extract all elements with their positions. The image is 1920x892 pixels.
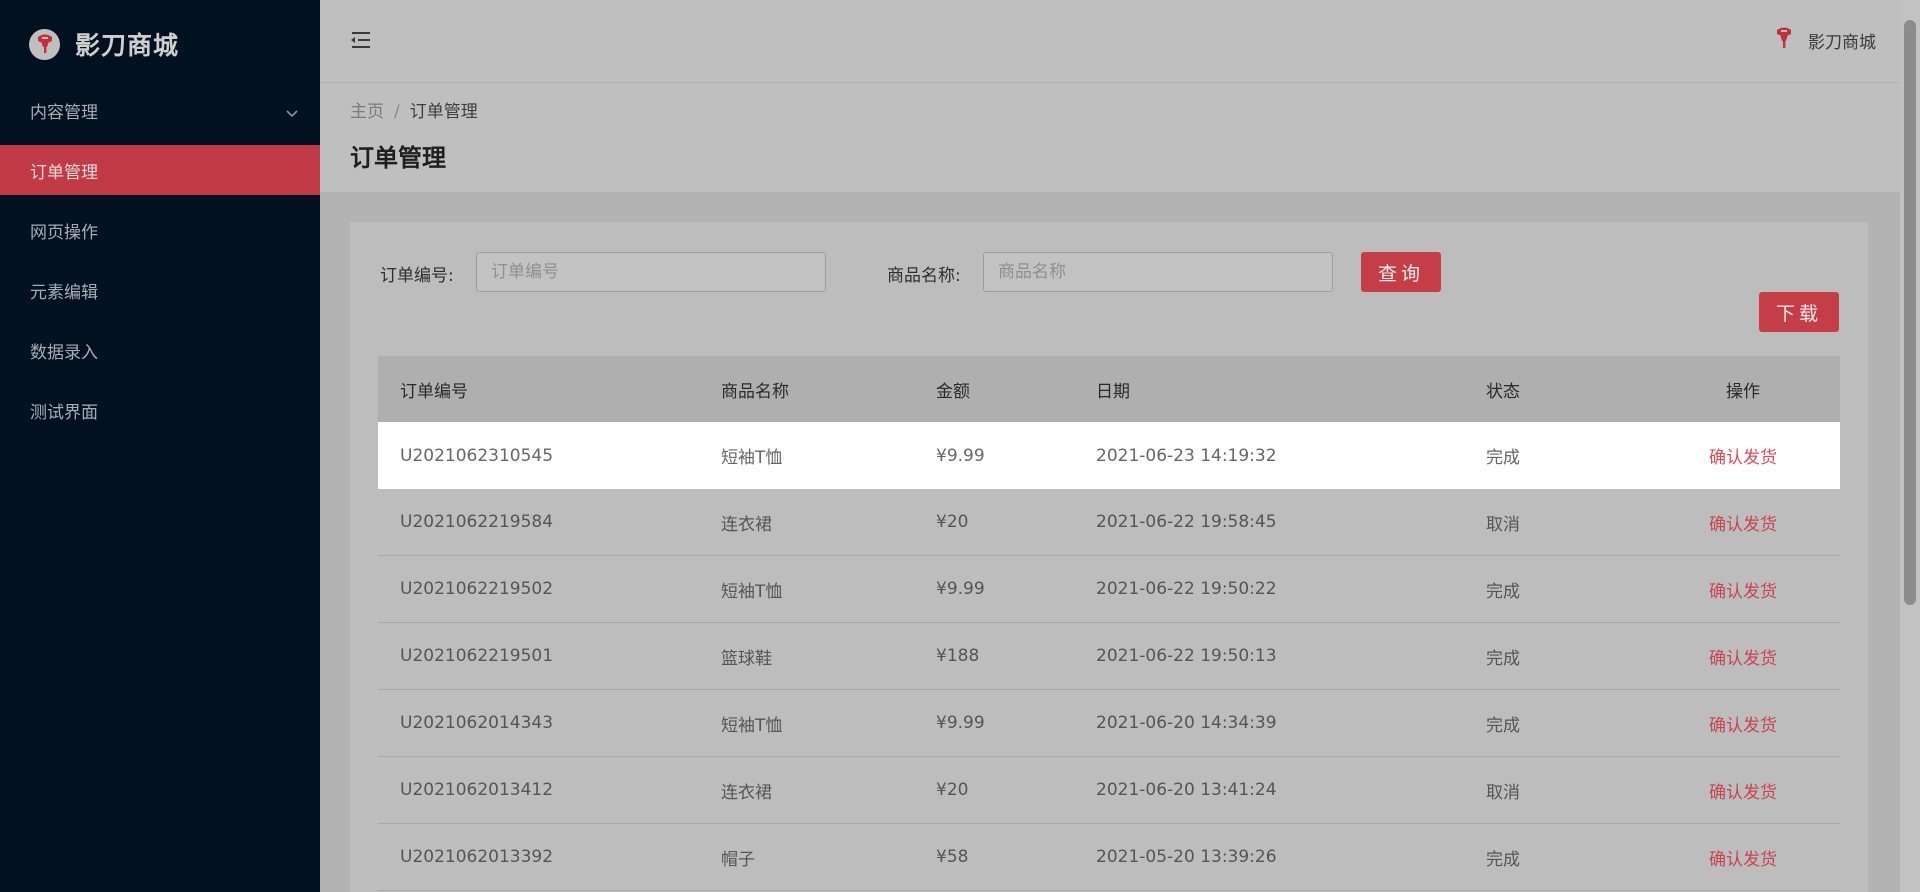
date-cell: 2021-06-22 19:58:45 <box>1096 512 1277 532</box>
date-cell: 2021-06-23 14:19:32 <box>1096 445 1277 466</box>
table-row[interactable]: U2021062013392 帽子 ¥58 2021-05-20 13:39:2… <box>378 824 1840 891</box>
page-title: 订单管理 <box>350 144 446 172</box>
amount-cell: ¥188 <box>936 646 980 666</box>
sidebar-item-label: 元素编辑 <box>30 282 98 303</box>
sidebar-item-orders[interactable]: 订单管理 <box>0 145 320 195</box>
table-row[interactable]: U2021062310545 短袖T恤 ¥9.99 2021-06-23 14:… <box>378 422 1840 489</box>
user-name: 影刀商城 <box>1808 33 1876 53</box>
date-cell: 2021-06-20 14:34:39 <box>1096 713 1277 733</box>
status-cell: 完成 <box>1486 448 1520 468</box>
column-header-amount: 金额 <box>936 381 970 402</box>
status-cell: 完成 <box>1486 715 1520 736</box>
column-header-action: 操作 <box>1726 381 1760 402</box>
product-cell: 短袖T恤 <box>721 715 783 736</box>
table-header: 订单编号 商品名称 金额 日期 状态 操作 <box>378 356 1840 422</box>
sidebar-item-web-ops[interactable]: 网页操作 <box>0 205 320 255</box>
order-no-cell: U2021062013412 <box>400 780 554 800</box>
scrollbar-thumb[interactable] <box>1904 20 1916 605</box>
sidebar-item-test[interactable]: 测试界面 <box>0 385 320 435</box>
orders-table: 订单编号 商品名称 金额 日期 状态 操作 U2021062310545 短袖T… <box>378 356 1840 891</box>
sidebar-item-content[interactable]: 内容管理 <box>0 85 320 135</box>
amount-cell: ¥9.99 <box>936 713 985 733</box>
sidebar: 影刀商城 内容管理 订单管理 网页操作 元素编辑 数据录入 测试界面 <box>0 0 320 892</box>
order-no-cell: U2021062219502 <box>400 579 554 599</box>
column-header-date: 日期 <box>1096 381 1130 402</box>
status-cell: 取消 <box>1486 782 1520 803</box>
column-header-status: 状态 <box>1486 381 1520 402</box>
date-cell: 2021-06-20 13:41:24 <box>1096 780 1277 800</box>
table-row[interactable]: U2021062219584 连衣裙 ¥20 2021-06-22 19:58:… <box>378 489 1840 556</box>
breadcrumb-separator: / <box>394 102 400 122</box>
product-cell: 连衣裙 <box>721 782 772 803</box>
status-cell: 完成 <box>1486 849 1520 870</box>
amount-cell: ¥9.99 <box>936 579 985 599</box>
product-name-label: 商品名称: <box>887 266 961 286</box>
sidebar-item-label: 网页操作 <box>30 222 98 243</box>
product-cell: 连衣裙 <box>721 514 772 535</box>
download-button[interactable]: 下载 <box>1759 292 1839 332</box>
product-cell: 短袖T恤 <box>721 581 783 602</box>
confirm-ship-link[interactable]: 确认发货 <box>1709 716 1777 736</box>
sidebar-item-label: 内容管理 <box>30 102 98 123</box>
column-header-order-no: 订单编号 <box>400 381 468 402</box>
status-cell: 取消 <box>1486 514 1520 535</box>
amount-cell: ¥9.99 <box>936 445 985 466</box>
date-cell: 2021-05-20 13:39:26 <box>1096 847 1277 867</box>
order-no-cell: U2021062219584 <box>400 512 554 532</box>
table-row[interactable]: U2021062219502 短袖T恤 ¥9.99 2021-06-22 19:… <box>378 556 1840 623</box>
sidebar-item-label: 订单管理 <box>30 162 98 183</box>
table-row[interactable]: U2021062219501 篮球鞋 ¥188 2021-06-22 19:50… <box>378 623 1840 690</box>
breadcrumb-home[interactable]: 主页 <box>350 102 384 122</box>
amount-cell: ¥58 <box>936 847 969 867</box>
confirm-ship-link[interactable]: 确认发货 <box>1709 515 1777 535</box>
status-cell: 完成 <box>1486 648 1520 669</box>
top-bar: 影刀商城 <box>320 0 1900 83</box>
page-header: 主页 / 订单管理 订单管理 <box>320 84 1900 192</box>
confirm-ship-link[interactable]: 确认发货 <box>1709 582 1777 602</box>
sidebar-item-data-entry[interactable]: 数据录入 <box>0 325 320 375</box>
page-scrollbar[interactable] <box>1900 0 1920 892</box>
menu-collapse-icon[interactable] <box>348 30 372 55</box>
logo-icon <box>29 28 60 60</box>
product-cell: 短袖T恤 <box>721 448 783 468</box>
table-row[interactable]: U2021062014343 短袖T恤 ¥9.99 2021-06-20 14:… <box>378 690 1840 757</box>
app-name: 影刀商城 <box>75 31 180 60</box>
amount-cell: ¥20 <box>936 780 969 800</box>
confirm-ship-link[interactable]: 确认发货 <box>1709 850 1777 870</box>
query-button[interactable]: 查询 <box>1361 252 1441 292</box>
breadcrumb-current: 订单管理 <box>409 102 478 122</box>
user-menu[interactable]: 影刀商城 <box>1774 26 1876 55</box>
status-cell: 完成 <box>1486 581 1520 602</box>
user-logo-icon <box>1774 26 1794 55</box>
order-no-label: 订单编号: <box>380 266 454 286</box>
amount-cell: ¥20 <box>936 512 969 532</box>
sidebar-item-label: 数据录入 <box>30 342 98 363</box>
confirm-ship-link[interactable]: 确认发货 <box>1709 448 1777 468</box>
date-cell: 2021-06-22 19:50:13 <box>1096 646 1277 666</box>
table-row[interactable]: U2021062013412 连衣裙 ¥20 2021-06-20 13:41:… <box>378 757 1840 824</box>
sidebar-menu: 内容管理 订单管理 网页操作 元素编辑 数据录入 测试界面 <box>0 85 320 445</box>
chevron-down-icon <box>286 103 298 123</box>
confirm-ship-link[interactable]: 确认发货 <box>1709 783 1777 803</box>
product-cell: 篮球鞋 <box>721 648 772 669</box>
confirm-ship-link[interactable]: 确认发货 <box>1709 649 1777 669</box>
date-cell: 2021-06-22 19:50:22 <box>1096 579 1277 599</box>
order-no-cell: U2021062219501 <box>400 646 554 666</box>
order-no-cell: U2021062014343 <box>400 713 554 733</box>
sidebar-item-label: 测试界面 <box>30 402 98 423</box>
product-name-input[interactable] <box>983 252 1333 292</box>
sidebar-item-element-edit[interactable]: 元素编辑 <box>0 265 320 315</box>
order-no-input[interactable] <box>476 252 826 292</box>
product-cell: 帽子 <box>721 849 755 870</box>
app-logo[interactable]: 影刀商城 <box>29 27 179 61</box>
breadcrumb: 主页 / 订单管理 <box>350 97 478 122</box>
order-no-cell: U2021062013392 <box>400 847 554 867</box>
column-header-product: 商品名称 <box>721 381 789 402</box>
order-no-cell: U2021062310545 <box>400 445 554 466</box>
